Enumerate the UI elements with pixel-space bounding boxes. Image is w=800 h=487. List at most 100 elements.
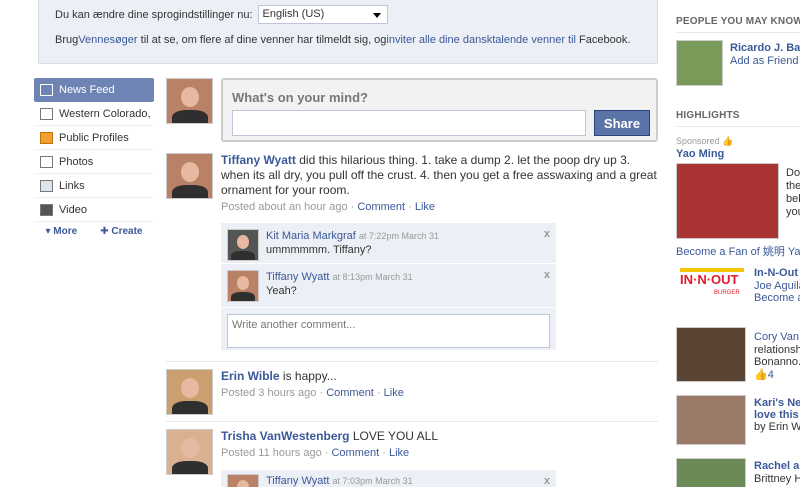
comment-input[interactable]: Write another comment... bbox=[227, 314, 550, 348]
like-count-value: 4 bbox=[767, 369, 774, 381]
composer-prompt: What's on your mind? bbox=[232, 90, 368, 105]
highlight-text: Brittney H bbox=[754, 473, 800, 485]
story-actor[interactable]: Tiffany Wyatt bbox=[221, 153, 296, 167]
language-label: Du kan ændre dine sprogindstillinger nu: bbox=[55, 8, 253, 21]
comment-text: ummmmmm. Tiffany? bbox=[266, 244, 372, 256]
highlight-title[interactable]: In-N-Out bbox=[754, 267, 798, 279]
nav-item-photos[interactable]: Photos bbox=[34, 150, 154, 174]
status-input[interactable] bbox=[232, 110, 586, 136]
thumbs-up-icon: 👍 bbox=[722, 136, 734, 146]
info-mid: til at se, om flere af dine venner har t… bbox=[137, 34, 387, 46]
byline: by Erin Wil bbox=[754, 421, 800, 433]
in-n-out-logo[interactable]: IN·N·OUT BURGER bbox=[676, 264, 746, 314]
comment-body: Tiffany Wyatt at 8:13pm March 31 Yeah? bbox=[266, 270, 413, 298]
like-link[interactable]: Like bbox=[389, 447, 409, 459]
comment-list: Tiffany Wyatt at 7:03pm March 31 x bbox=[221, 470, 556, 487]
feed-story: Trisha VanWestenberg LOVE YOU ALL Posted… bbox=[221, 429, 658, 459]
logo-subtext: BURGER bbox=[714, 290, 740, 296]
language-banner: Du kan ændre dine sprogindstillinger nu:… bbox=[38, 0, 658, 64]
avatar[interactable] bbox=[227, 474, 259, 487]
feed-story: Erin Wible is happy... Posted 3 hours ag… bbox=[221, 369, 658, 399]
nav-item-video[interactable]: Video bbox=[34, 198, 154, 222]
highlight-title[interactable]: Cory Van bbox=[754, 331, 799, 343]
comment-time: at 7:22pm March 31 bbox=[358, 231, 439, 241]
avatar[interactable] bbox=[166, 153, 213, 199]
like-link[interactable]: Like bbox=[384, 387, 404, 399]
sponsored-label: Sponsored 👍 bbox=[676, 135, 733, 148]
more-link[interactable]: ▾ More bbox=[46, 226, 78, 237]
ad-text-line: bel bbox=[786, 193, 800, 205]
story-text: Tiffany Wyatt did this hilarious thing. … bbox=[221, 153, 658, 198]
right-column: PEOPLE YOU MAY KNOW Ricardo J. Bac Add a… bbox=[676, 0, 800, 487]
like-count[interactable]: 👍4 bbox=[754, 368, 774, 381]
info-suffix: Facebook. bbox=[575, 34, 631, 46]
avatar[interactable] bbox=[166, 78, 213, 124]
close-icon[interactable]: x bbox=[544, 228, 550, 240]
avatar[interactable] bbox=[166, 429, 213, 475]
story-time: Posted about an hour ago bbox=[221, 201, 348, 213]
comment-link[interactable]: Comment bbox=[326, 387, 374, 399]
highlight-sub[interactable]: Joe Aguila bbox=[754, 280, 800, 292]
highlights-heading: HIGHLIGHTS bbox=[676, 110, 800, 127]
comment-link[interactable]: Comment bbox=[331, 447, 379, 459]
story-meta: Posted 3 hours ago · Comment · Like bbox=[221, 387, 404, 399]
ad-title[interactable]: Yao Ming bbox=[676, 148, 724, 160]
pymk-photo[interactable] bbox=[676, 40, 723, 86]
language-select[interactable]: English (US) bbox=[257, 5, 388, 24]
nav-item-links[interactable]: Links bbox=[34, 174, 154, 198]
comment-author[interactable]: Kit Maria Markgraf bbox=[266, 230, 356, 242]
feed-story: Tiffany Wyatt did this hilarious thing. … bbox=[221, 153, 658, 213]
story-time: Posted 11 hours ago bbox=[221, 447, 322, 459]
logo-text: IN·N·OUT bbox=[680, 272, 739, 287]
friend-finder-link[interactable]: Vennesøger bbox=[78, 34, 137, 46]
story-time: Posted 3 hours ago bbox=[221, 387, 317, 399]
left-nav: News Feed Western Colorado, C Public Pro… bbox=[34, 78, 154, 237]
invite-friends-link[interactable]: inviter alle dine dansktalende venner ti… bbox=[386, 34, 576, 46]
comment: Tiffany Wyatt at 7:03pm March 31 x bbox=[221, 470, 556, 487]
comment-author[interactable]: Tiffany Wyatt bbox=[266, 271, 329, 283]
highlight-photo[interactable] bbox=[676, 395, 746, 445]
comment-time: at 8:13pm March 31 bbox=[332, 272, 413, 282]
nav-item-label: News Feed bbox=[59, 84, 115, 96]
nav-item-public-profiles[interactable]: Public Profiles bbox=[34, 126, 154, 150]
ad-image[interactable] bbox=[676, 163, 779, 239]
like-link[interactable]: Like bbox=[415, 201, 435, 213]
highlight-title[interactable]: Rachel a bbox=[754, 460, 799, 472]
story-meta: Posted about an hour ago · Comment · Lik… bbox=[221, 201, 436, 213]
add-friend-link[interactable]: Add as Friend bbox=[730, 55, 798, 67]
nav-item-label: Western Colorado, C bbox=[59, 107, 154, 120]
story-divider bbox=[166, 421, 658, 422]
close-icon[interactable]: x bbox=[544, 269, 550, 281]
story-actor[interactable]: Trisha VanWestenberg bbox=[221, 429, 350, 443]
avatar[interactable] bbox=[227, 229, 259, 261]
comment-text: Yeah? bbox=[266, 285, 297, 297]
comment-link[interactable]: Comment bbox=[357, 201, 405, 213]
become-fan-link[interactable]: Become a Fan of 姚明 Yao M bbox=[676, 243, 800, 259]
pymk-heading: PEOPLE YOU MAY KNOW bbox=[676, 16, 800, 33]
highlight-photo[interactable] bbox=[676, 458, 746, 487]
share-button[interactable]: Share bbox=[594, 110, 650, 136]
story-actor[interactable]: Erin Wible bbox=[221, 369, 280, 383]
language-info: BrugVennesøger til at se, om flere af di… bbox=[55, 34, 630, 46]
sponsored-text: Sponsored bbox=[676, 136, 720, 146]
nav-item-network[interactable]: Western Colorado, C bbox=[34, 102, 154, 126]
story-text: Erin Wible is happy... bbox=[221, 369, 658, 384]
highlight-photo[interactable] bbox=[676, 327, 746, 382]
close-icon[interactable]: x bbox=[544, 475, 550, 487]
highlight-sub[interactable]: Become a bbox=[754, 292, 800, 304]
create-link[interactable]: ✚ Create bbox=[100, 226, 142, 237]
avatar[interactable] bbox=[227, 270, 259, 302]
ad-text-line: Do bbox=[786, 167, 800, 179]
highlight-title[interactable]: Kari's Nev bbox=[754, 397, 800, 409]
pymk-name[interactable]: Ricardo J. Bac bbox=[730, 42, 800, 54]
ad-text-line: the bbox=[786, 180, 800, 192]
comment-author[interactable]: Tiffany Wyatt bbox=[266, 475, 329, 487]
avatar[interactable] bbox=[166, 369, 213, 415]
highlight-text: love this bbox=[754, 409, 799, 421]
story-text: Trisha VanWestenberg LOVE YOU ALL bbox=[221, 429, 658, 444]
ad-text-line: you bbox=[786, 206, 800, 218]
story-divider bbox=[166, 361, 658, 362]
nav-item-news-feed[interactable]: News Feed bbox=[34, 78, 154, 102]
logo-arrow bbox=[680, 268, 744, 272]
nav-footer: ▾ More ✚ Create bbox=[34, 226, 154, 237]
